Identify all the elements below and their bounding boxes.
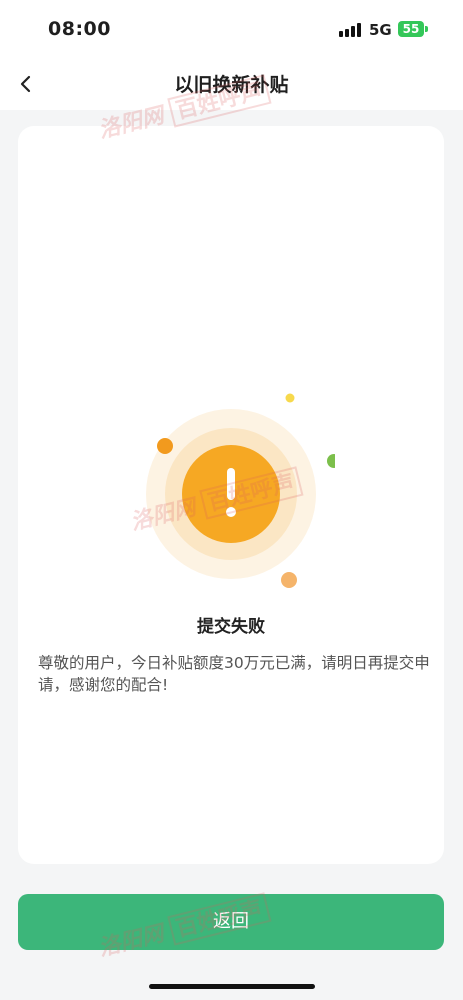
home-indicator [149,984,315,989]
status-time: 08:00 [48,18,111,40]
status-bar: 08:00 5G 55 [0,0,463,62]
battery-icon: 55 [398,21,424,37]
result-title: 提交失败 [197,617,265,637]
result-message: 尊敬的用户，今日补贴额度30万元已满，请明日再提交申请，感谢您的配合! [38,654,430,694]
battery-tip [425,26,428,32]
cellular-signal-icon [339,23,363,37]
network-type: 5G [369,21,392,39]
